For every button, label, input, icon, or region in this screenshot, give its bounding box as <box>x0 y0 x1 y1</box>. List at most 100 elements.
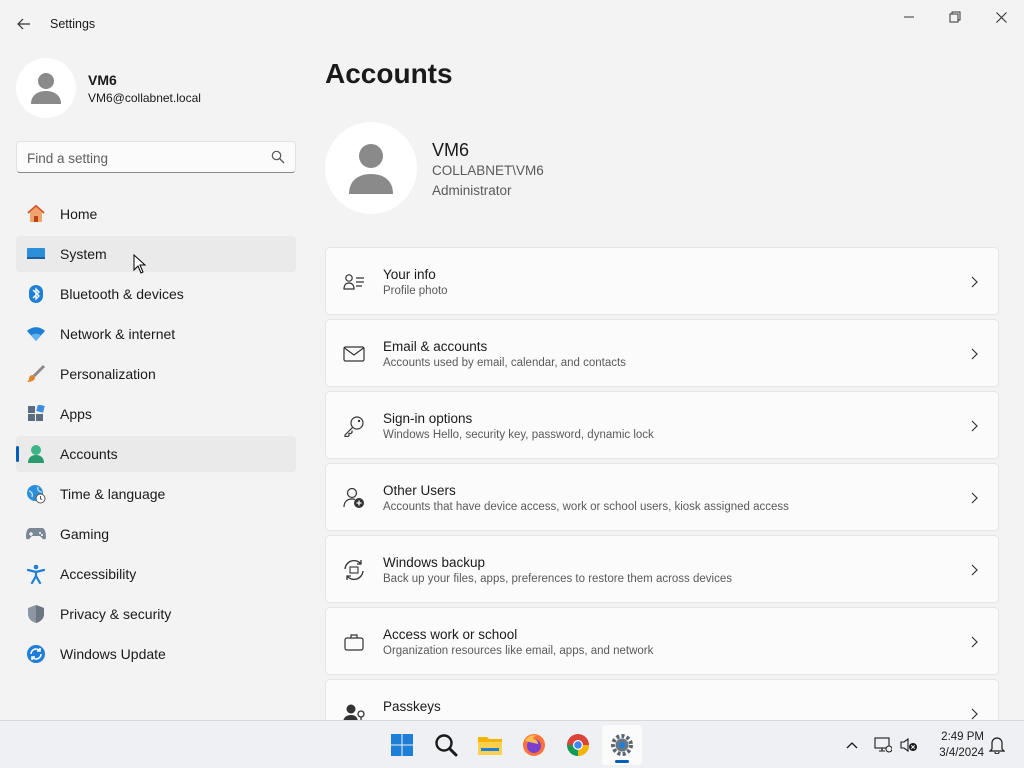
gamepad-icon <box>25 523 47 545</box>
chevron-right-icon <box>968 634 980 650</box>
card-access-work-school[interactable]: Access work or school Organization resou… <box>325 607 999 675</box>
sidebar-item-label: Accessibility <box>60 566 137 582</box>
update-icon <box>25 643 47 665</box>
person-icon <box>31 73 61 104</box>
sidebar-item-privacy[interactable]: Privacy & security <box>16 596 296 632</box>
tray-network[interactable] <box>873 735 893 755</box>
profile-role: Administrator <box>432 183 512 198</box>
user-name: VM6 <box>88 72 117 88</box>
sidebar-item-time-language[interactable]: Time & language <box>16 476 296 512</box>
settings-list: Your info Profile photo Email & accounts… <box>325 247 999 720</box>
person-icon <box>349 144 393 194</box>
chevron-right-icon <box>968 706 980 720</box>
person-add-icon <box>342 486 366 510</box>
sidebar-item-label: Apps <box>60 406 92 422</box>
minimize-button[interactable] <box>886 4 932 30</box>
sidebar-item-bluetooth[interactable]: Bluetooth & devices <box>16 276 296 312</box>
sidebar-item-network[interactable]: Network & internet <box>16 316 296 352</box>
sidebar-item-system[interactable]: System <box>16 236 296 272</box>
accessibility-icon <box>25 563 47 585</box>
sidebar-item-apps[interactable]: Apps <box>16 396 296 432</box>
restore-button[interactable] <box>932 4 978 30</box>
shield-icon <box>25 603 47 625</box>
clock-date: 3/4/2024 <box>939 747 984 759</box>
sidebar-item-label: Personalization <box>60 366 156 382</box>
taskbar-file-explorer[interactable] <box>470 725 510 765</box>
volume-muted-icon <box>900 737 917 753</box>
card-title: Sign-in options <box>383 411 473 426</box>
card-windows-backup[interactable]: Windows backup Back up your files, apps,… <box>325 535 999 603</box>
card-subtitle: Accounts that have device access, work o… <box>383 501 789 513</box>
profile-avatar <box>325 122 417 214</box>
file-explorer-icon <box>478 737 502 755</box>
chevron-right-icon <box>968 490 980 506</box>
card-email-accounts[interactable]: Email & accounts Accounts used by email,… <box>325 319 999 387</box>
close-icon <box>995 11 1007 23</box>
sidebar-item-label: Accounts <box>60 446 118 462</box>
chevron-right-icon <box>968 562 980 578</box>
search-input[interactable] <box>27 148 257 168</box>
sidebar-item-label: Gaming <box>60 526 110 542</box>
tray-volume[interactable] <box>899 735 919 755</box>
sidebar-item-label: Home <box>60 206 98 222</box>
taskbar-start-button[interactable] <box>382 725 422 765</box>
taskbar: 2:49 PM 3/4/2024 <box>0 720 1024 768</box>
accounts-icon <box>25 443 47 465</box>
briefcase-icon <box>342 630 366 654</box>
card-your-info[interactable]: Your info Profile photo <box>325 247 999 315</box>
taskbar-settings[interactable] <box>602 725 642 765</box>
mouse-cursor-icon <box>133 254 147 274</box>
card-subtitle: Back up your files, apps, preferences to… <box>383 573 732 585</box>
sidebar-item-label: Network & internet <box>60 326 176 342</box>
tray-overflow-button[interactable] <box>842 735 862 755</box>
search-box[interactable] <box>16 141 296 173</box>
chevron-up-icon <box>846 742 858 749</box>
back-button[interactable] <box>12 12 36 36</box>
clock-time: 2:49 PM <box>941 731 984 743</box>
sidebar-user-card[interactable]: VM6 VM6@collabnet.local <box>16 58 296 118</box>
card-other-users[interactable]: Other Users Accounts that have device ac… <box>325 463 999 531</box>
active-app-indicator <box>615 760 629 763</box>
sidebar-nav: Home System Bluetooth & devices Network … <box>16 196 296 676</box>
title-bar: Settings <box>0 0 1024 48</box>
search-icon <box>435 734 458 757</box>
card-passkeys[interactable]: Passkeys <box>325 679 999 720</box>
card-title: Windows backup <box>383 555 486 570</box>
page-title: Accounts <box>325 58 453 89</box>
sidebar-item-gaming[interactable]: Gaming <box>16 516 296 552</box>
card-title: Other Users <box>383 483 456 498</box>
tray-notifications[interactable] <box>987 735 1007 755</box>
person-info-icon <box>342 270 366 294</box>
card-subtitle: Windows Hello, security key, password, d… <box>383 429 654 441</box>
profile-domain: COLLABNET\VM6 <box>432 163 544 178</box>
taskbar-search-button[interactable] <box>426 725 466 765</box>
app-title: Settings <box>50 17 96 31</box>
user-email: VM6@collabnet.local <box>88 91 201 105</box>
mail-icon <box>342 342 366 366</box>
card-subtitle: Organization resources like email, apps,… <box>383 645 654 657</box>
backup-icon <box>342 558 366 582</box>
chrome-icon <box>567 734 589 756</box>
card-subtitle: Accounts used by email, calendar, and co… <box>383 357 626 369</box>
sidebar-item-accounts[interactable]: Accounts <box>16 436 296 472</box>
firefox-icon <box>523 734 545 756</box>
key-icon <box>342 414 366 438</box>
sidebar-item-label: Bluetooth & devices <box>60 286 184 302</box>
sidebar-item-personalization[interactable]: Personalization <box>16 356 296 392</box>
close-button[interactable] <box>978 4 1024 30</box>
chevron-right-icon <box>968 274 980 290</box>
sidebar-item-windows-update[interactable]: Windows Update <box>16 636 296 672</box>
taskbar-firefox[interactable] <box>514 725 554 765</box>
taskbar-clock[interactable]: 2:49 PM 3/4/2024 <box>922 729 984 761</box>
sidebar-item-label: Time & language <box>60 486 166 502</box>
start-icon <box>391 734 413 756</box>
sidebar-item-home[interactable]: Home <box>16 196 296 232</box>
home-icon <box>25 203 47 225</box>
taskbar-chrome[interactable] <box>558 725 598 765</box>
card-sign-in-options[interactable]: Sign-in options Windows Hello, security … <box>325 391 999 459</box>
chevron-right-icon <box>968 346 980 362</box>
bell-icon <box>989 737 1005 754</box>
sidebar-item-accessibility[interactable]: Accessibility <box>16 556 296 592</box>
avatar <box>16 58 76 118</box>
globe-clock-icon <box>25 483 47 505</box>
